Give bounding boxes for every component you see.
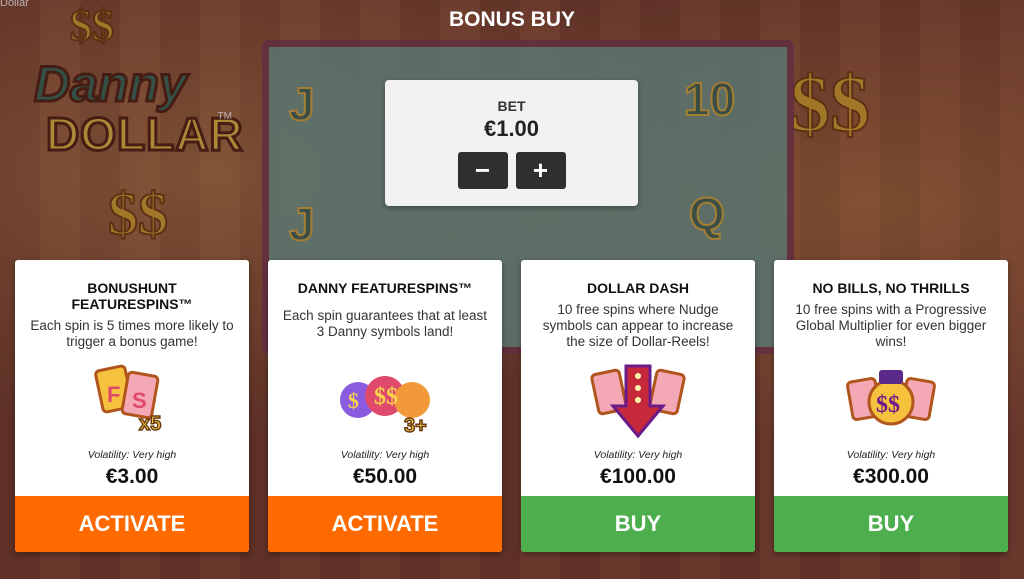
card-title: BONUSHUNT FEATURESPINS™ [71, 280, 193, 312]
card-volatility: Volatility: Very high [846, 449, 936, 461]
card-description: 10 free spins with a Progressive Global … [795, 302, 987, 349]
bonus-card-bonushunt: BONUSHUNT FEATURESPINS™ Each spin is 5 t… [15, 260, 249, 552]
card-title: DANNY FEATURESPINS™ [297, 280, 473, 296]
bet-label: BET [497, 98, 526, 114]
bet-decrease-button[interactable]: − [457, 152, 508, 189]
card-volatility: Volatility: Very high [340, 449, 430, 461]
buy-button[interactable]: BUY [521, 496, 755, 552]
svg-text:3+: 3+ [404, 415, 427, 437]
card-description: 10 free spins where Nudge symbols can ap… [542, 302, 734, 349]
card-price: €50.00 [352, 465, 418, 488]
card-description: Each spin guarantees that at least 3 Dan… [282, 308, 488, 339]
bet-panel: BET €1.00 − + [385, 80, 638, 206]
buy-button[interactable]: BUY [774, 496, 1008, 552]
danny-dollar-cards-icon: $$ [846, 370, 936, 426]
svg-text:x5: x5 [139, 413, 161, 435]
bet-value: €1.00 [483, 116, 540, 141]
bet-increase-button[interactable]: + [515, 152, 566, 189]
card-title: NO BILLS, NO THRILLS [812, 280, 970, 296]
card-price: €100.00 [600, 465, 676, 488]
svg-text:$: $ [348, 388, 359, 413]
card-description: Each spin is 5 times more likely to trig… [30, 318, 234, 349]
card-price: €300.00 [853, 465, 929, 488]
page-title: BONUS BUY [448, 8, 575, 31]
activate-button[interactable]: ACTIVATE [268, 496, 502, 552]
svg-text:F: F [107, 382, 120, 407]
card-title: DOLLAR DASH [587, 280, 689, 296]
bonus-card-no-bills-no-thrills: NO BILLS, NO THRILLS 10 free spins with … [774, 260, 1008, 552]
card-price: €3.00 [105, 465, 159, 488]
bonus-card-dollar-dash: DOLLAR DASH 10 free spins where Nudge sy… [521, 260, 755, 552]
activate-button[interactable]: ACTIVATE [15, 496, 249, 552]
fs-cards-x5-icon: F S x5 [94, 364, 162, 436]
svg-text:$$: $$ [374, 384, 398, 410]
danny-symbols-3plus-icon: $ $$ 3+ [340, 376, 430, 438]
svg-text:S: S [132, 388, 147, 413]
nudge-arrow-icon [590, 364, 686, 439]
bonus-card-danny-featurespins: DANNY FEATURESPINS™ Each spin guarantees… [268, 260, 502, 552]
card-volatility: Volatility: Very high [87, 449, 177, 461]
card-volatility: Volatility: Very high [593, 449, 683, 461]
svg-text:$$: $$ [876, 392, 900, 418]
